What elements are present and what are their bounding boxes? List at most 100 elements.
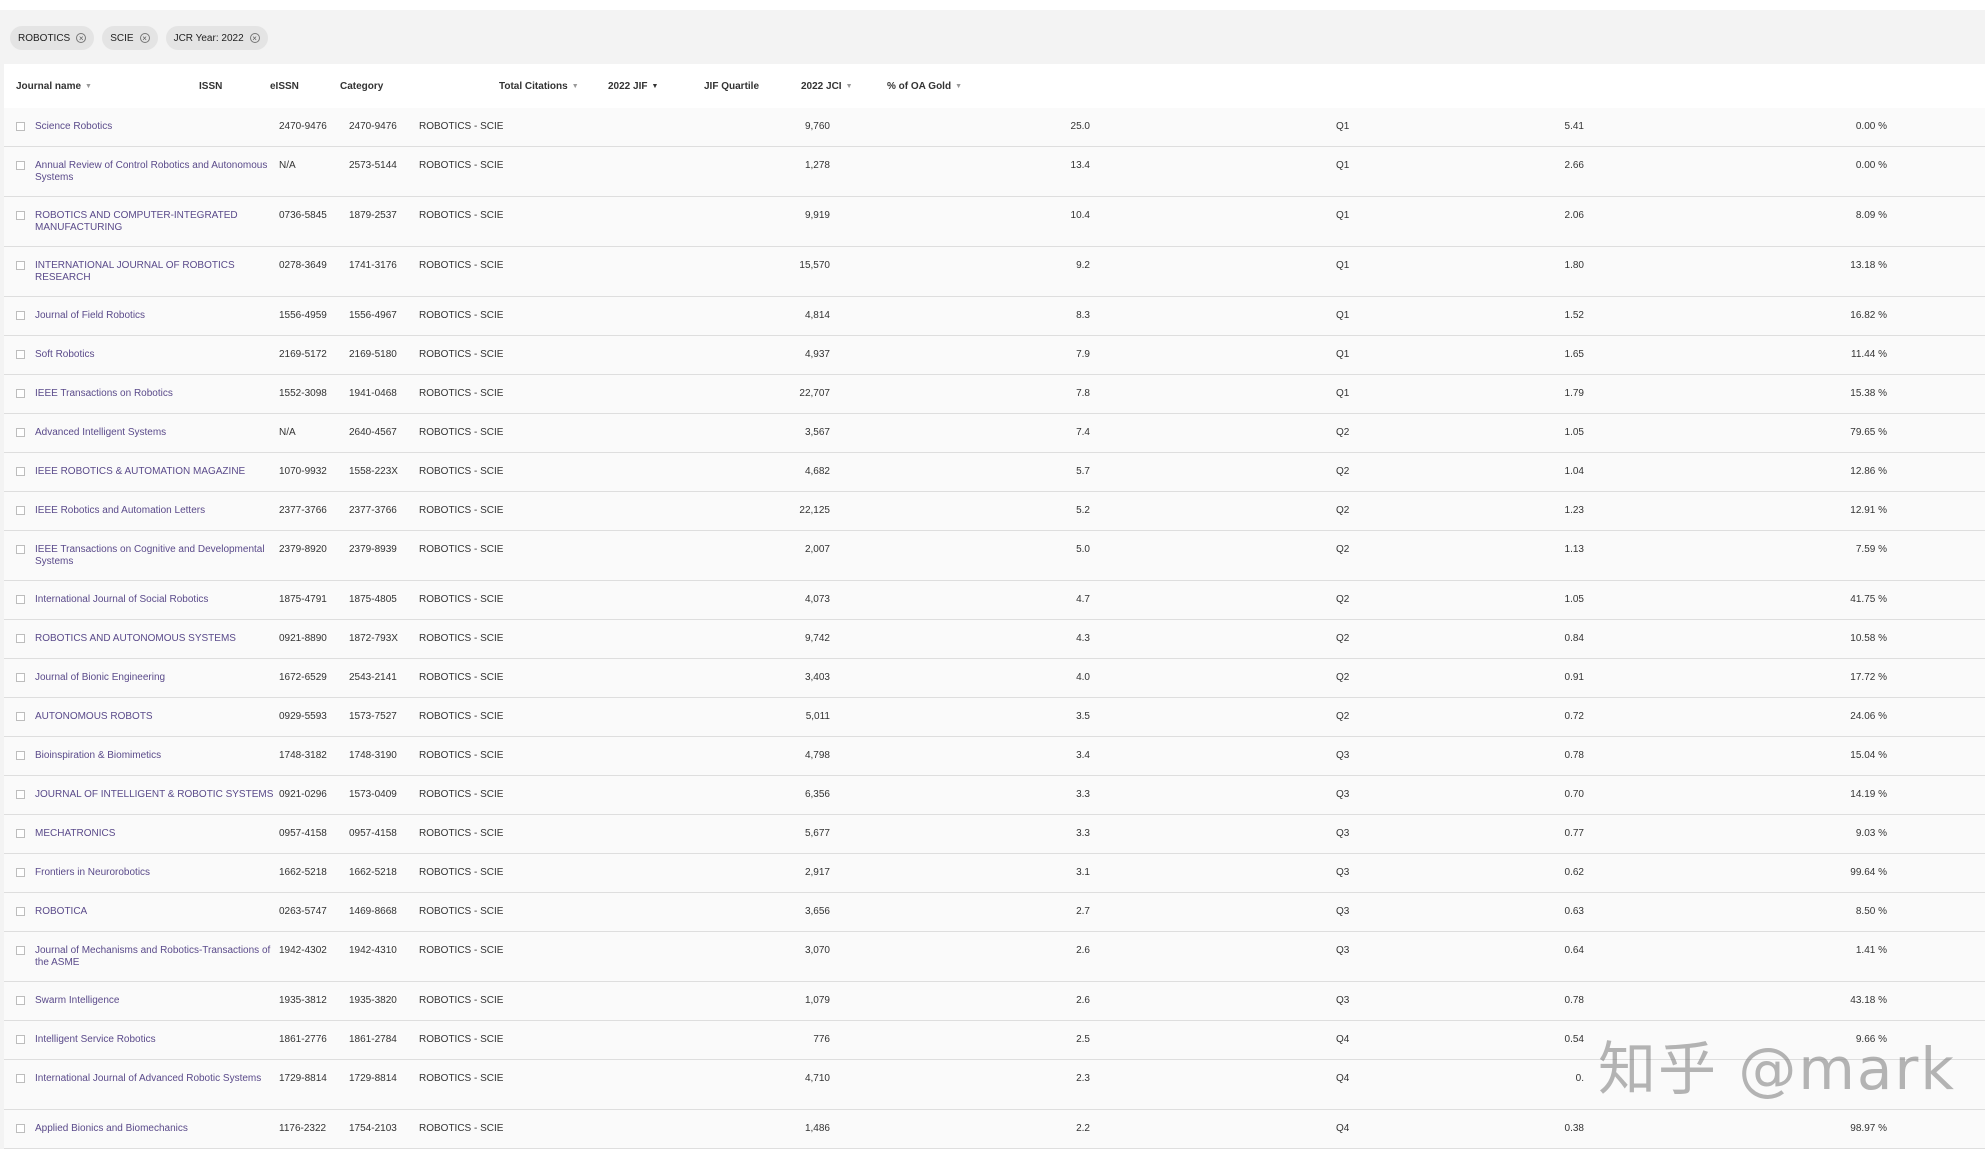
journal-name-link[interactable]: International Journal of Social Robotics bbox=[35, 594, 280, 606]
table-row[interactable]: Journal of Field Robotics 1556-4959 1556-4… bbox=[4, 297, 1985, 336]
filter-chip-robotics[interactable]: ROBOTICS × bbox=[10, 26, 95, 50]
table-row[interactable]: Science Robotics 2470-9476 2470-9476 ROBOTI… bbox=[4, 108, 1985, 147]
row-select-checkbox[interactable] bbox=[16, 161, 25, 170]
jif-quartile-cell: Q1 bbox=[1336, 310, 1350, 321]
row-select-checkbox[interactable] bbox=[16, 467, 25, 476]
table-header: Journal name ▼ ISSN eISSN Category Total … bbox=[4, 64, 1985, 108]
table-row[interactable]: IEEE Robotics and Automation Letters 2377… bbox=[4, 492, 1985, 531]
journal-name-link[interactable]: Journal of Mechanisms and Robotics-Trans… bbox=[35, 945, 280, 969]
row-select-checkbox[interactable] bbox=[16, 595, 25, 604]
journal-name-link[interactable]: JOURNAL OF INTELLIGENT & ROBOTIC SYSTEMS bbox=[35, 789, 280, 801]
table-row[interactable]: MECHATRONICS 0957-4158 0957-4158 ROBOTICS -… bbox=[4, 815, 1985, 854]
total-citations-cell: 9,760 bbox=[804, 121, 830, 132]
row-select-checkbox[interactable] bbox=[16, 1074, 25, 1083]
issn-cell: 1552-3098 bbox=[279, 388, 327, 399]
row-select-checkbox[interactable] bbox=[16, 311, 25, 320]
journal-name-link[interactable]: Journal of Field Robotics bbox=[35, 310, 280, 322]
sort-caret-icon[interactable]: ▼ bbox=[955, 83, 962, 90]
jif-quartile-cell: Q3 bbox=[1336, 995, 1350, 1006]
table-row[interactable]: IEEE ROBOTICS & AUTOMATION MAGAZINE 1070-… bbox=[4, 453, 1985, 492]
sort-caret-icon[interactable]: ▼ bbox=[85, 83, 92, 90]
row-select-checkbox[interactable] bbox=[16, 712, 25, 721]
row-select-checkbox[interactable] bbox=[16, 946, 25, 955]
filter-chip-scie[interactable]: SCIE × bbox=[102, 26, 158, 50]
journal-name-link[interactable]: IEEE ROBOTICS & AUTOMATION MAGAZINE bbox=[35, 466, 280, 478]
row-select-checkbox[interactable] bbox=[16, 350, 25, 359]
journal-name-link[interactable]: IEEE Robotics and Automation Letters bbox=[35, 505, 280, 517]
table-row[interactable]: Swarm Intelligence 1935-3812 1935-3820 ROBO… bbox=[4, 982, 1985, 1021]
journal-name-link[interactable]: Applied Bionics and Biomechanics bbox=[35, 1123, 280, 1135]
issn-cell: 1070-9932 bbox=[279, 466, 327, 477]
remove-filter-icon[interactable]: × bbox=[76, 33, 87, 43]
row-select-checkbox[interactable] bbox=[16, 428, 25, 437]
row-select-checkbox[interactable] bbox=[16, 261, 25, 270]
table-row[interactable]: Annual Review of Control Robotics and Au… bbox=[4, 147, 1985, 197]
journal-name-link[interactable]: ROBOTICA bbox=[35, 906, 280, 918]
row-select-checkbox[interactable] bbox=[16, 389, 25, 398]
journal-name-link[interactable]: MECHATRONICS bbox=[35, 828, 280, 840]
row-select-checkbox[interactable] bbox=[16, 907, 25, 916]
row-select-checkbox[interactable] bbox=[16, 211, 25, 220]
sort-caret-icon[interactable]: ▼ bbox=[846, 83, 853, 90]
row-select-checkbox[interactable] bbox=[16, 868, 25, 877]
journal-name-link[interactable]: Science Robotics bbox=[35, 121, 280, 133]
column-header-total-citations[interactable]: Total Citations ▼ bbox=[499, 81, 579, 92]
table-row[interactable]: JOURNAL OF INTELLIGENT & ROBOTIC SYSTEMS… bbox=[4, 776, 1985, 815]
journal-name-link[interactable]: Soft Robotics bbox=[35, 349, 280, 361]
journal-name-link[interactable]: Bioinspiration & Biomimetics bbox=[35, 750, 280, 762]
sort-caret-icon[interactable]: ▼ bbox=[651, 83, 658, 90]
table-row[interactable]: AUTONOMOUS ROBOTS 0929-5593 1573-7527 ROBOT… bbox=[4, 698, 1985, 737]
jif-cell: 8.3 bbox=[1076, 310, 1090, 321]
table-row[interactable]: Journal of Mechanisms and Robotics-Trans… bbox=[4, 932, 1985, 982]
row-select-checkbox[interactable] bbox=[16, 1035, 25, 1044]
table-row[interactable]: Frontiers in Neurorobotics 1662-5218 1662-… bbox=[4, 854, 1985, 893]
journal-name-link[interactable]: IEEE Transactions on Robotics bbox=[35, 388, 280, 400]
table-row[interactable]: Advanced Intelligent Systems N/A 2640-4567… bbox=[4, 414, 1985, 453]
row-select-checkbox[interactable] bbox=[16, 673, 25, 682]
journal-name-link[interactable]: AUTONOMOUS ROBOTS bbox=[35, 711, 280, 723]
journal-name-link[interactable]: Intelligent Service Robotics bbox=[35, 1034, 280, 1046]
row-select-checkbox[interactable] bbox=[16, 1124, 25, 1133]
row-select-checkbox[interactable] bbox=[16, 790, 25, 799]
journal-name-link[interactable]: International Journal of Advanced Roboti… bbox=[35, 1073, 280, 1085]
column-header-jci[interactable]: 2022 JCI ▼ bbox=[801, 81, 853, 92]
table-row[interactable]: ROBOTICS AND AUTONOMOUS SYSTEMS 0921-8890… bbox=[4, 620, 1985, 659]
row-select-checkbox[interactable] bbox=[16, 506, 25, 515]
oa-gold-cell: 13.18 % bbox=[1850, 260, 1887, 271]
table-row[interactable]: Soft Robotics 2169-5172 2169-5180 ROBOTICS … bbox=[4, 336, 1985, 375]
journal-name-link[interactable]: Frontiers in Neurorobotics bbox=[35, 867, 280, 879]
remove-filter-icon[interactable]: × bbox=[249, 33, 260, 43]
journal-name-link[interactable]: IEEE Transactions on Cognitive and Devel… bbox=[35, 544, 280, 568]
row-select-checkbox[interactable] bbox=[16, 634, 25, 643]
remove-filter-icon[interactable]: × bbox=[139, 33, 150, 43]
journal-name-link[interactable]: Advanced Intelligent Systems bbox=[35, 427, 280, 439]
journal-name-link[interactable]: ROBOTICS AND COMPUTER-INTEGRATED MANUFAC… bbox=[35, 210, 280, 234]
journal-name-link[interactable]: Swarm Intelligence bbox=[35, 995, 280, 1007]
jif-quartile-cell: Q4 bbox=[1336, 1073, 1350, 1084]
issn-cell: 1875-4791 bbox=[279, 594, 327, 605]
column-header-journal-name[interactable]: Journal name ▼ bbox=[16, 81, 92, 92]
table-row[interactable]: Applied Bionics and Biomechanics 1176-232… bbox=[4, 1110, 1985, 1149]
journal-name-link[interactable]: Annual Review of Control Robotics and Au… bbox=[35, 160, 280, 184]
column-header-oa-gold[interactable]: % of OA Gold ▼ bbox=[887, 81, 962, 92]
table-row[interactable]: Bioinspiration & Biomimetics 1748-3182 174… bbox=[4, 737, 1985, 776]
row-select-checkbox[interactable] bbox=[16, 545, 25, 554]
journal-name-link[interactable]: INTERNATIONAL JOURNAL OF ROBOTICS RESEAR… bbox=[35, 260, 280, 284]
sort-caret-icon[interactable]: ▼ bbox=[572, 83, 579, 90]
table-row[interactable]: ROBOTICA 0263-5747 1469-8668 ROBOTICS - SCI… bbox=[4, 893, 1985, 932]
row-select-checkbox[interactable] bbox=[16, 996, 25, 1005]
column-header-jif[interactable]: 2022 JIF ▼ bbox=[608, 81, 658, 92]
table-row[interactable]: Journal of Bionic Engineering 1672-6529 25… bbox=[4, 659, 1985, 698]
table-row[interactable]: IEEE Transactions on Robotics 1552-3098 19… bbox=[4, 375, 1985, 414]
filter-chip-jcr-year[interactable]: JCR Year: 2022 × bbox=[165, 26, 268, 50]
issn-cell: 2379-8920 bbox=[279, 544, 327, 555]
row-select-checkbox[interactable] bbox=[16, 122, 25, 131]
table-row[interactable]: INTERNATIONAL JOURNAL OF ROBOTICS RESEAR… bbox=[4, 247, 1985, 297]
table-row[interactable]: International Journal of Social Robotics… bbox=[4, 581, 1985, 620]
table-row[interactable]: IEEE Transactions on Cognitive and Devel… bbox=[4, 531, 1985, 581]
table-row[interactable]: ROBOTICS AND COMPUTER-INTEGRATED MANUFAC… bbox=[4, 197, 1985, 247]
row-select-checkbox[interactable] bbox=[16, 829, 25, 838]
journal-name-link[interactable]: ROBOTICS AND AUTONOMOUS SYSTEMS bbox=[35, 633, 280, 645]
journal-name-link[interactable]: Journal of Bionic Engineering bbox=[35, 672, 280, 684]
row-select-checkbox[interactable] bbox=[16, 751, 25, 760]
